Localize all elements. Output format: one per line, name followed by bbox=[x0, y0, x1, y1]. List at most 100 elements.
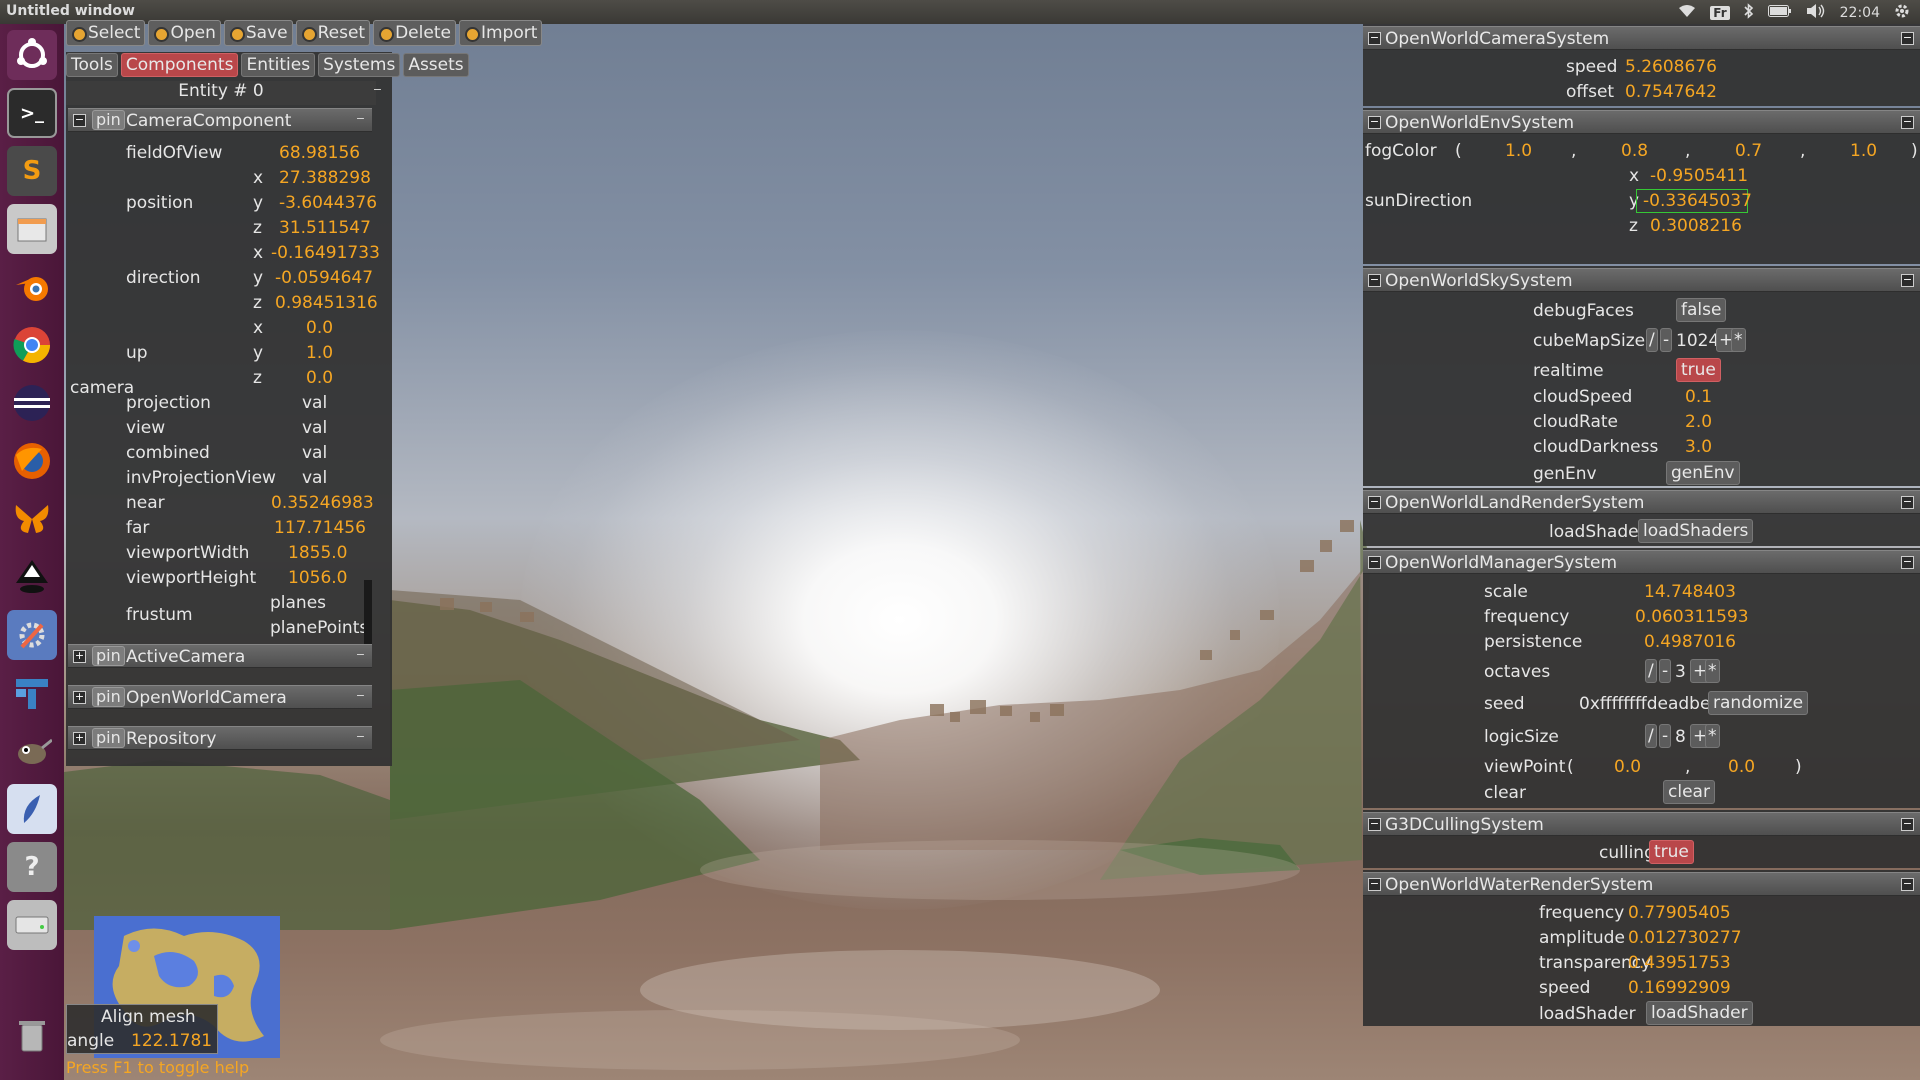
octaves-divide-button[interactable]: / bbox=[1645, 659, 1657, 683]
fog-g-value[interactable]: 0.8 bbox=[1621, 141, 1648, 161]
camera-system-header[interactable]: − OpenWorldCameraSystem − bbox=[1363, 26, 1920, 50]
near-value[interactable]: 0.35246983 bbox=[271, 493, 374, 513]
up-x-value[interactable]: 0.0 bbox=[306, 318, 333, 338]
pin-button[interactable]: pin bbox=[92, 687, 125, 707]
cubemap-decrement-button[interactable]: - bbox=[1660, 328, 1673, 352]
sun-z-value[interactable]: 0.3008216 bbox=[1650, 216, 1742, 236]
cubemapsize-value[interactable]: 1024 bbox=[1676, 331, 1719, 351]
culling-toggle[interactable]: true bbox=[1649, 840, 1694, 864]
fog-a-value[interactable]: 1.0 bbox=[1850, 141, 1877, 161]
combined-value[interactable]: val bbox=[302, 443, 327, 463]
env-system-header[interactable]: − OpenWorldEnvSystem − bbox=[1363, 110, 1920, 134]
select-button[interactable]: Select bbox=[66, 20, 146, 46]
drive-icon[interactable] bbox=[7, 900, 57, 950]
fog-b-value[interactable]: 0.7 bbox=[1735, 141, 1762, 161]
octaves-decrement-button[interactable]: - bbox=[1659, 659, 1672, 683]
manager-system-header[interactable]: − OpenWorldManagerSystem − bbox=[1363, 550, 1920, 574]
tiled-editor-icon[interactable] bbox=[7, 668, 57, 718]
tab-tools[interactable]: Tools bbox=[66, 53, 118, 77]
up-y-value[interactable]: 1.0 bbox=[306, 343, 333, 363]
inkscape-icon[interactable] bbox=[7, 552, 57, 602]
seed-value[interactable]: 0xffffffffdeadbeef bbox=[1579, 694, 1727, 714]
remove-component-icon[interactable]: − bbox=[354, 113, 367, 127]
activecamera-component-header[interactable]: + pin ActiveCamera − bbox=[68, 644, 372, 668]
viewpoint-x-value[interactable]: 0.0 bbox=[1614, 757, 1641, 777]
camera-component-header[interactable]: − pin CameraComponent − bbox=[68, 108, 372, 132]
system-settings-icon[interactable] bbox=[7, 610, 57, 660]
collapse-icon[interactable]: − bbox=[1368, 116, 1381, 129]
frustum-planes-value[interactable]: planes bbox=[270, 593, 326, 613]
camera-offset-value[interactable]: 0.7547642 bbox=[1625, 82, 1717, 102]
battery-icon[interactable] bbox=[1767, 5, 1792, 21]
frequency-value[interactable]: 0.060311593 bbox=[1635, 607, 1749, 627]
invprojectionview-value[interactable]: val bbox=[302, 468, 327, 488]
clear-button[interactable]: clear bbox=[1663, 780, 1715, 804]
butterfly-app-icon[interactable] bbox=[7, 494, 57, 544]
collapse-entity-icon[interactable]: − bbox=[371, 84, 384, 98]
sun-y-input[interactable]: -0.33645037 bbox=[1636, 189, 1752, 213]
openworldcamera-component-header[interactable]: + pin OpenWorldCamera − bbox=[68, 685, 372, 709]
tab-systems[interactable]: Systems bbox=[318, 53, 401, 77]
blender-icon[interactable] bbox=[7, 262, 57, 312]
water-speed-value[interactable]: 0.16992909 bbox=[1628, 978, 1731, 998]
viewportheight-value[interactable]: 1056.0 bbox=[288, 568, 347, 588]
repository-component-header[interactable]: + pin Repository − bbox=[68, 726, 372, 750]
genenv-button[interactable]: genEnv bbox=[1666, 461, 1740, 485]
direction-y-value[interactable]: -0.0594647 bbox=[275, 268, 373, 288]
collapse-icon[interactable]: − bbox=[1901, 274, 1914, 287]
position-z-value[interactable]: 31.511547 bbox=[279, 218, 371, 238]
collapse-icon[interactable]: − bbox=[1368, 274, 1381, 287]
volume-icon[interactable] bbox=[1806, 3, 1826, 23]
pin-button[interactable]: pin bbox=[92, 646, 125, 666]
sky-system-header[interactable]: − OpenWorldSkySystem − bbox=[1363, 268, 1920, 292]
reset-button[interactable]: Reset bbox=[295, 20, 371, 46]
collapse-icon[interactable]: − bbox=[1368, 818, 1381, 831]
collapse-icon[interactable]: − bbox=[1901, 818, 1914, 831]
delete-button[interactable]: Delete bbox=[373, 20, 456, 46]
eclipse-icon[interactable] bbox=[7, 378, 57, 428]
open-button[interactable]: Open bbox=[148, 20, 221, 46]
collapse-icon[interactable]: − bbox=[1368, 496, 1381, 509]
cloudrate-value[interactable]: 2.0 bbox=[1685, 412, 1712, 432]
remove-component-icon[interactable]: − bbox=[354, 731, 367, 745]
collapse-icon[interactable]: − bbox=[1368, 32, 1381, 45]
remove-component-icon[interactable]: − bbox=[354, 649, 367, 663]
help-icon[interactable]: ? bbox=[7, 842, 57, 892]
collapse-icon[interactable]: − bbox=[1901, 496, 1914, 509]
viewportwidth-value[interactable]: 1855.0 bbox=[288, 543, 347, 563]
keyboard-layout-indicator[interactable]: Fr bbox=[1710, 6, 1730, 20]
logicsize-multiply-button[interactable]: * bbox=[1705, 724, 1720, 748]
settings-gear-icon[interactable] bbox=[1894, 3, 1910, 23]
collapse-icon[interactable]: − bbox=[1901, 878, 1914, 891]
water-transparency-value[interactable]: 0.43951753 bbox=[1628, 953, 1731, 973]
direction-x-value[interactable]: -0.16491733 bbox=[271, 243, 380, 263]
file-manager-icon[interactable] bbox=[7, 204, 57, 254]
realtime-toggle[interactable]: true bbox=[1676, 358, 1721, 382]
octaves-value[interactable]: 3 bbox=[1675, 662, 1686, 682]
collapse-icon[interactable]: − bbox=[1368, 878, 1381, 891]
tab-assets[interactable]: Assets bbox=[403, 53, 469, 77]
debugfaces-toggle[interactable]: false bbox=[1676, 298, 1727, 322]
pin-button[interactable]: pin bbox=[92, 728, 125, 748]
cloudspeed-value[interactable]: 0.1 bbox=[1685, 387, 1712, 407]
up-z-value[interactable]: 0.0 bbox=[306, 368, 333, 388]
clouddarkness-value[interactable]: 3.0 bbox=[1685, 437, 1712, 457]
gimp-icon[interactable] bbox=[7, 726, 57, 776]
wifi-icon[interactable] bbox=[1678, 4, 1696, 22]
ubuntu-home-icon[interactable] bbox=[7, 30, 57, 80]
projection-value[interactable]: val bbox=[302, 393, 327, 413]
position-y-value[interactable]: -3.6044376 bbox=[279, 193, 377, 213]
fog-r-value[interactable]: 1.0 bbox=[1505, 141, 1532, 161]
trash-icon[interactable] bbox=[7, 1010, 57, 1060]
angle-value[interactable]: 122.1781 bbox=[131, 1031, 212, 1051]
collapse-icon[interactable]: − bbox=[1368, 556, 1381, 569]
logicsize-value[interactable]: 8 bbox=[1675, 727, 1686, 747]
chrome-icon[interactable] bbox=[7, 320, 57, 370]
persistence-value[interactable]: 0.4987016 bbox=[1644, 632, 1736, 652]
position-x-value[interactable]: 27.388298 bbox=[279, 168, 371, 188]
water-amplitude-value[interactable]: 0.012730277 bbox=[1628, 928, 1742, 948]
collapse-icon[interactable]: − bbox=[73, 114, 86, 127]
view-value[interactable]: val bbox=[302, 418, 327, 438]
collapse-icon[interactable]: − bbox=[1901, 116, 1914, 129]
logicsize-divide-button[interactable]: / bbox=[1645, 724, 1657, 748]
